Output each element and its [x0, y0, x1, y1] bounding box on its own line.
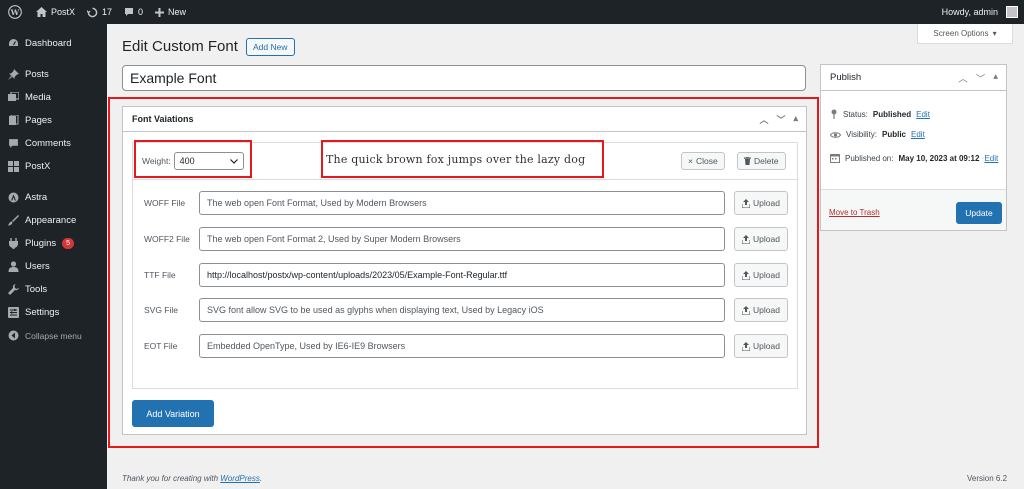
howdy-text: Howdy, admin: [941, 7, 998, 17]
sidebar-item-label: Settings: [25, 307, 60, 318]
sidebar-item-settings[interactable]: Settings: [0, 301, 107, 324]
add-new-button[interactable]: Add New: [246, 38, 295, 56]
sidebar-item-label: Comments: [25, 138, 71, 149]
updates-count: 17: [102, 7, 113, 17]
visibility-value: Public: [881, 130, 906, 139]
updates-link[interactable]: 17: [81, 0, 118, 24]
sidebar-item-postx[interactable]: PostX: [0, 155, 107, 178]
sidebar-item-comments[interactable]: Comments: [0, 132, 107, 155]
screen-options-button[interactable]: Screen Options ▾: [917, 24, 1013, 44]
caret-down-icon: ▾: [992, 29, 997, 38]
sidebar-item-dashboard[interactable]: Dashboard: [0, 32, 107, 55]
visibility-row: Visibility: Public Edit: [830, 130, 925, 139]
wordpress-logo-icon[interactable]: W: [0, 0, 30, 24]
collapse-menu-button[interactable]: Collapse menu: [0, 324, 107, 347]
admin-bar: W PostX 17 0 New Howdy, admin: [0, 0, 1024, 24]
brush-icon: [8, 215, 19, 226]
grid-icon: [8, 161, 19, 172]
sidebar-item-pages[interactable]: Pages: [0, 109, 107, 132]
publish-actions: Move to Trash Update: [821, 189, 1006, 230]
settings-icon: [8, 307, 19, 318]
page-title: Edit Custom Font: [122, 38, 238, 55]
status-row: Status: Published Edit: [830, 109, 930, 119]
sidebar-item-label: Dashboard: [25, 38, 72, 49]
publish-title: Publish: [830, 72, 862, 83]
wrench-icon: [8, 284, 19, 295]
published-on-row: Published on: May 10, 2023 at 09:12 Edit: [830, 153, 998, 163]
status-label: Status:: [843, 109, 868, 119]
edit-status-link[interactable]: Edit: [916, 110, 930, 119]
published-on-label: Published on:: [845, 153, 894, 163]
sidebar-item-media[interactable]: Media: [0, 86, 107, 109]
comment-icon: [124, 7, 134, 17]
sidebar-item-label: Tools: [25, 284, 48, 295]
sidebar-item-label: Appearance: [25, 215, 77, 226]
chevron-down-icon[interactable]: ﹀: [976, 71, 986, 85]
sidebar-item-label: Plugins: [25, 238, 57, 249]
eye-icon: [830, 131, 841, 139]
sidebar-item-label: Media: [25, 92, 51, 103]
font-title-input[interactable]: Example Font: [122, 65, 806, 91]
plug-icon: [8, 238, 19, 249]
pin-icon: [8, 69, 19, 80]
chevron-up-icon[interactable]: ︿: [958, 71, 968, 85]
published-on-value: May 10, 2023 at 09:12: [898, 153, 980, 163]
sidebar-item-users[interactable]: Users: [0, 255, 107, 278]
publish-header: Publish ︿ ﹀ ▴: [821, 65, 1006, 91]
sidebar-item-label: Posts: [25, 69, 49, 80]
publish-box: Publish ︿ ﹀ ▴ Status: Published Edit Vis…: [820, 64, 1007, 231]
astra-icon: [8, 192, 19, 203]
sidebar-item-plugins[interactable]: Plugins 5: [0, 232, 107, 255]
new-content-link[interactable]: New: [149, 0, 192, 24]
footer-period: .: [259, 474, 263, 483]
dashboard-icon: [8, 38, 19, 49]
footer-thanks-text: Thank you for creating with: [122, 474, 219, 483]
avatar: [1006, 6, 1018, 18]
edit-visibility-link[interactable]: Edit: [911, 130, 925, 139]
wordpress-link[interactable]: WordPress: [220, 474, 260, 483]
my-account-link[interactable]: Howdy, admin: [936, 0, 1024, 24]
footer-version: Version 6.2: [967, 474, 1008, 483]
move-to-trash-link[interactable]: Move to Trash: [829, 208, 880, 217]
collapse-menu-label: Collapse menu: [25, 330, 82, 341]
sidebar-item-posts[interactable]: Posts: [0, 63, 107, 86]
collapse-icon: [8, 330, 19, 341]
svg-text:W: W: [10, 8, 20, 17]
plus-icon: [155, 7, 165, 17]
sidebar-item-label: Pages: [25, 115, 52, 126]
highlight-frame-weight: [134, 140, 252, 178]
user-icon: [8, 261, 19, 272]
sidebar-item-label: Users: [25, 261, 50, 272]
site-name-link[interactable]: PostX: [30, 0, 81, 24]
main-content: Screen Options ▾ Edit Custom Font Add Ne…: [107, 24, 1024, 489]
admin-sidebar: Dashboard Posts Media Pages Comments Pos…: [0, 24, 107, 489]
sidebar-item-astra[interactable]: Astra: [0, 186, 107, 209]
page-icon: [8, 115, 19, 126]
toggle-arrow-icon[interactable]: ▴: [993, 71, 998, 85]
home-icon: [36, 7, 47, 17]
new-label: New: [168, 7, 187, 17]
pin-icon: [830, 109, 838, 119]
sidebar-item-appearance[interactable]: Appearance: [0, 209, 107, 232]
update-button[interactable]: Update: [956, 202, 1002, 224]
sidebar-item-label: PostX: [25, 161, 51, 172]
site-name: PostX: [51, 7, 76, 17]
plugins-update-badge: 5: [62, 238, 75, 249]
comments-count: 0: [138, 7, 144, 17]
visibility-label: Visibility:: [846, 130, 877, 139]
sidebar-item-label: Astra: [25, 192, 48, 203]
sidebar-item-tools[interactable]: Tools: [0, 278, 107, 301]
comment-icon: [8, 138, 19, 149]
footer-thanks: Thank you for creating with WordPress.: [122, 474, 262, 483]
media-icon: [8, 92, 19, 103]
updates-icon: [87, 7, 98, 18]
edit-date-link[interactable]: Edit: [984, 154, 998, 163]
comments-link[interactable]: 0: [118, 0, 149, 24]
status-value: Published: [872, 109, 912, 119]
highlight-frame-preview: [321, 140, 604, 178]
calendar-icon: [830, 153, 840, 163]
screen-options-label: Screen Options: [933, 29, 989, 38]
